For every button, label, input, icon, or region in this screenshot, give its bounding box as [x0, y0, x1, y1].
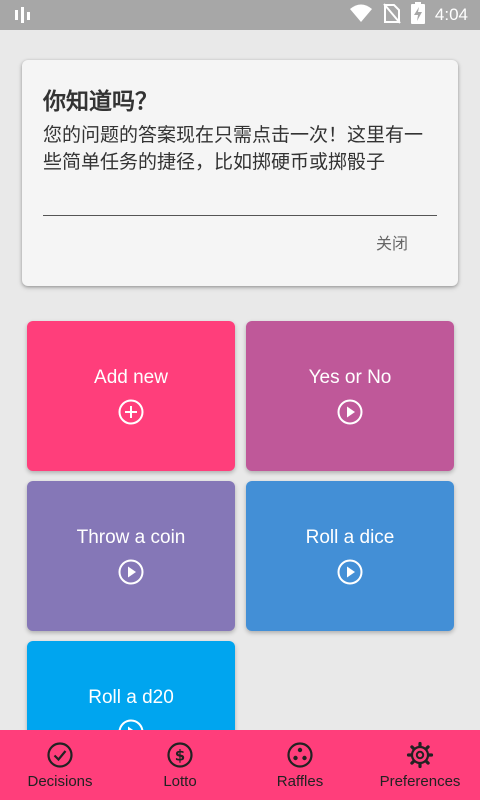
status-bar: 4:04	[0, 0, 480, 30]
nav-label: Decisions	[27, 773, 93, 790]
card-title: 你知道吗？	[43, 89, 158, 115]
nav-item-decisions[interactable]: Decisions	[0, 730, 120, 800]
card-body-text: 您的问题的答案现在只需点击一次！这里有一些简单任务的捷径，比如掷硬币或掷骰子	[43, 124, 424, 173]
nav-label: Lotto	[163, 773, 197, 790]
no-sim-icon	[383, 2, 401, 28]
status-time: 4:04	[434, 5, 468, 24]
battery-charging-icon	[410, 2, 425, 28]
wifi-icon	[349, 3, 373, 27]
tile-label: Add new	[94, 367, 168, 388]
play-circle-icon	[337, 559, 363, 585]
did-you-know-card: 你知道吗？ 您的问题的答案现在只需点击一次！这里有一些简单任务的捷径，比如掷硬币…	[22, 60, 458, 286]
tile-label: Throw a coin	[76, 527, 186, 548]
tile-add-new[interactable]: Add new	[27, 321, 235, 471]
nav-item-lotto[interactable]: $ Lotto	[120, 730, 240, 800]
dice-circle-icon	[287, 742, 313, 768]
gear-icon	[406, 741, 434, 769]
tile-label: Roll a dice	[305, 527, 395, 548]
play-circle-icon	[337, 399, 363, 425]
signal-bars-icon	[14, 6, 34, 28]
tile-roll-a-dice[interactable]: Roll a dice	[246, 481, 454, 631]
tile-label: Roll a d20	[88, 687, 174, 708]
close-button[interactable]: 关闭	[376, 230, 408, 254]
check-circle-icon	[47, 742, 73, 768]
plus-circle-icon	[118, 399, 144, 425]
nav-label: Raffles	[276, 773, 324, 790]
nav-item-raffles[interactable]: Raffles	[240, 730, 360, 800]
tile-yes-or-no[interactable]: Yes or No	[246, 321, 454, 471]
nav-label: Preferences	[379, 773, 461, 790]
tile-label: Yes or No	[308, 367, 392, 388]
card-divider	[43, 215, 437, 216]
tile-throw-a-coin[interactable]: Throw a coin	[27, 481, 235, 631]
nav-item-preferences[interactable]: Preferences	[360, 730, 480, 800]
dollar-circle-icon: $	[167, 742, 193, 768]
play-circle-icon	[118, 559, 144, 585]
bottom-navigation: Decisions $ Lotto Raffles Preferences	[0, 730, 480, 800]
svg-text:$: $	[175, 747, 185, 765]
